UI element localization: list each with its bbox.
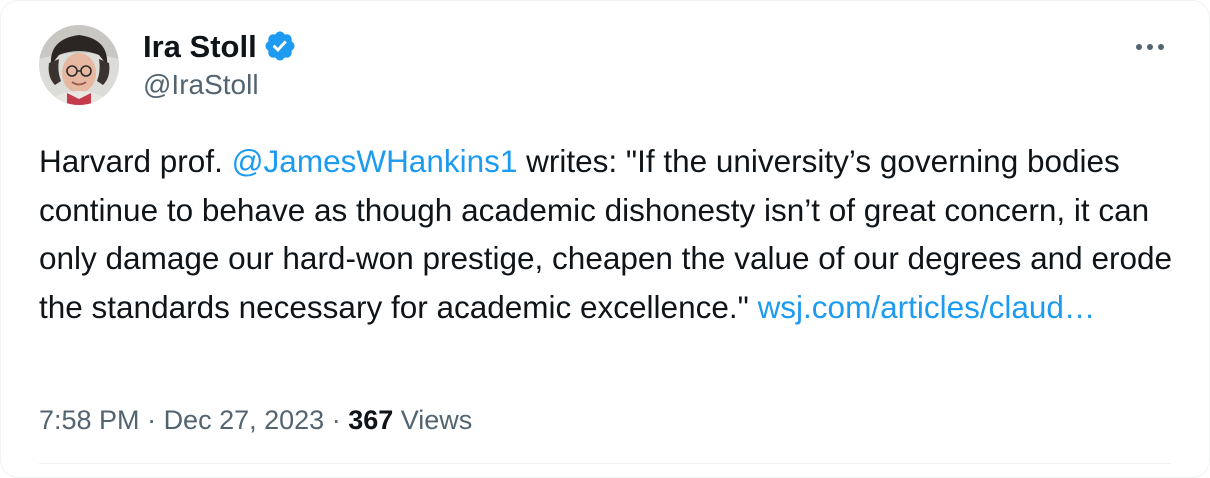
tweet-text-prefix: Harvard prof. xyxy=(39,143,232,179)
views-label: Views xyxy=(393,405,473,435)
article-link[interactable]: wsj.com/articles/claud… xyxy=(758,289,1096,325)
tweet-time[interactable]: 7:58 PM xyxy=(39,405,140,435)
views-count: 367 xyxy=(348,405,394,435)
author-display-name[interactable]: Ira Stoll xyxy=(143,31,257,62)
user-avatar-photo-icon xyxy=(39,25,119,105)
mention-link[interactable]: @JamesWHankins1 xyxy=(232,143,518,179)
meta-separator: · xyxy=(139,405,164,435)
tweet-date[interactable]: Dec 27, 2023 xyxy=(164,405,325,435)
divider xyxy=(39,463,1171,464)
more-options-icon xyxy=(1136,44,1164,50)
meta-separator: · xyxy=(324,405,349,435)
more-options-button[interactable] xyxy=(1127,27,1173,67)
author-name-row: Ira Stoll xyxy=(143,29,297,63)
tweet-meta: 7:58 PM · Dec 27, 2023 · 367 Views xyxy=(39,407,472,434)
tweet-card: Ira Stoll @IraStoll Harvard prof. @James… xyxy=(0,0,1210,478)
verified-badge-icon[interactable] xyxy=(263,29,297,63)
author-avatar[interactable] xyxy=(39,25,119,105)
author-handle[interactable]: @IraStoll xyxy=(143,71,259,99)
tweet-text: Harvard prof. @JamesWHankins1 writes: "I… xyxy=(39,137,1179,331)
